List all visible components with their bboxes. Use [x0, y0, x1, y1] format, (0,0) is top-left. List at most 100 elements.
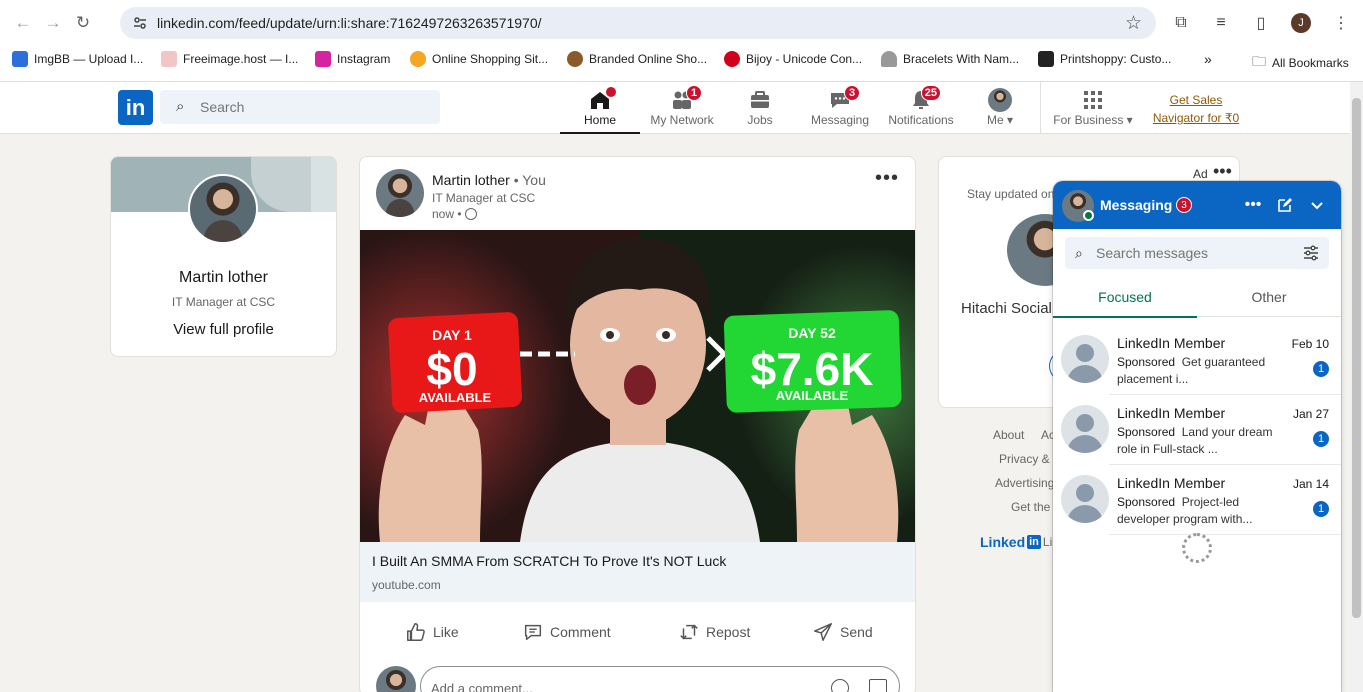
site-info-icon[interactable]	[132, 15, 148, 31]
footer-privacy[interactable]: Privacy &	[999, 452, 1050, 466]
like-button[interactable]: Like	[405, 612, 459, 652]
tab-focused[interactable]: Focused	[1053, 277, 1197, 318]
emoji-icon[interactable]	[831, 679, 849, 692]
bookmark-label: Bracelets With Nam...	[903, 52, 1020, 66]
post-author[interactable]: Martin lother • You	[432, 172, 546, 188]
comment-button[interactable]: Comment	[522, 612, 611, 652]
side-panel-icon[interactable]: ▯	[1248, 10, 1274, 36]
message-search[interactable]: ⌕	[1065, 237, 1329, 269]
bookmark-item[interactable]: ImgBB — Upload I...	[12, 51, 143, 67]
member-avatar	[1061, 475, 1109, 523]
extensions-icon[interactable]: ⧉	[1168, 10, 1194, 36]
search-icon: ⌕	[176, 98, 185, 115]
footer-linkedin-logo: Linked in Li	[980, 534, 1052, 550]
scrollbar-thumb[interactable]	[1352, 98, 1361, 618]
footer-get-app[interactable]: Get the	[1011, 500, 1050, 514]
chevron-down-icon[interactable]	[1307, 195, 1327, 215]
url-text[interactable]: linkedin.com/feed/update/urn:li:share:71…	[157, 15, 542, 31]
nav-for-business[interactable]: For Business ▾	[1050, 82, 1136, 134]
nav-my-network[interactable]: 1 My Network	[642, 82, 722, 134]
bookmark-item[interactable]: Printshoppy: Custo...	[1038, 51, 1171, 67]
footer-about[interactable]: About	[993, 428, 1024, 442]
messaging-more-icon[interactable]: •••	[1243, 195, 1263, 215]
messaging-panel: Messaging 3 ••• ⌕ Focused Other LinkedIn…	[1053, 181, 1341, 692]
nav-label: Home	[583, 113, 616, 127]
reload-icon[interactable]: ↻	[70, 10, 96, 36]
time-text: now •	[432, 207, 465, 221]
messaging-title: Messaging	[1100, 197, 1173, 213]
conversation-item[interactable]: LinkedIn Member Feb 10 Sponsored Get gua…	[1053, 325, 1341, 395]
bookmark-item[interactable]: Instagram	[315, 51, 390, 67]
repost-button[interactable]: Repost	[678, 612, 750, 652]
tab-other[interactable]: Other	[1197, 277, 1341, 317]
member-avatar	[1061, 335, 1109, 383]
forward-icon[interactable]: →	[40, 10, 66, 36]
profile-photo[interactable]	[188, 174, 258, 244]
profile-name[interactable]: Martin lother	[111, 269, 336, 287]
home-dot-badge	[605, 86, 617, 98]
sales-navigator-link[interactable]: Get Sales Navigator for ₹0	[1146, 91, 1246, 127]
page-scrollbar[interactable]	[1350, 82, 1363, 692]
all-bookmarks-label: All Bookmarks	[1272, 56, 1349, 70]
conversation-item[interactable]: LinkedIn Member Jan 14 Sponsored Project…	[1053, 465, 1341, 535]
message-search-input[interactable]	[1096, 237, 1296, 269]
linkedin-logo[interactable]: in	[118, 90, 153, 125]
send-button[interactable]: Send	[812, 612, 873, 652]
post-more-icon[interactable]: •••	[875, 167, 899, 190]
all-bookmarks[interactable]: 🗀 All Bookmarks	[1252, 51, 1349, 75]
nav-label: My Network	[650, 113, 714, 127]
thumbs-up-icon	[407, 623, 425, 641]
ad-company[interactable]: Hitachi Social	[961, 300, 1052, 317]
bookmark-label: ImgBB — Upload I...	[34, 52, 144, 66]
bookmark-star-icon[interactable]: ☆	[1125, 12, 1142, 35]
bookmark-item[interactable]: Bijoy - Unicode Con...	[724, 51, 862, 67]
author-subtitle: IT Manager at CSC	[432, 191, 536, 205]
conversation-item[interactable]: LinkedIn Member Jan 27 Sponsored Land yo…	[1053, 395, 1341, 465]
nav-jobs[interactable]: Jobs	[720, 82, 800, 134]
nav-me[interactable]: Me ▾	[970, 82, 1030, 134]
messaging-header[interactable]: Messaging 3 •••	[1053, 181, 1341, 229]
instagram-icon	[315, 51, 331, 67]
ad-more-icon[interactable]: •••	[1213, 161, 1232, 182]
author-avatar[interactable]	[376, 169, 424, 217]
search-input[interactable]	[200, 90, 430, 124]
menu-kebab-icon[interactable]: ⋮	[1328, 10, 1354, 36]
author-name[interactable]: Martin lother	[432, 172, 510, 188]
search-box[interactable]: ⌕	[160, 90, 440, 124]
comment-label: Comment	[550, 624, 611, 640]
address-bar[interactable]: linkedin.com/feed/update/urn:li:share:71…	[120, 7, 1156, 39]
video-thumbnail[interactable]: DAY 1 $0 AVAILABLE DAY 52 $7.6K AVAILABL…	[360, 230, 915, 542]
profile-title: IT Manager at CSC	[171, 295, 276, 309]
profile-button[interactable]: J	[1288, 10, 1314, 36]
link-preview[interactable]: I Built An SMMA From SCRATCH To Prove It…	[360, 542, 915, 602]
sponsored-tag: Sponsored	[1117, 495, 1176, 509]
bookmark-item[interactable]: Bracelets With Nam...	[881, 51, 1019, 67]
sales-line-2: Navigator for ₹0	[1152, 111, 1240, 125]
browser-actions: ⧉ ≡ ▯ J ⋮	[1168, 10, 1354, 36]
browser-toolbar: ← → ↻ linkedin.com/feed/update/urn:li:sh…	[0, 0, 1363, 82]
filter-icon[interactable]	[1303, 245, 1319, 264]
bookmark-item[interactable]: Freeimage.host — I...	[161, 51, 298, 67]
back-icon[interactable]: ←	[10, 10, 36, 36]
comment-input[interactable]: Add a comment...	[420, 666, 900, 692]
network-badge: 1	[686, 85, 702, 101]
network-icon: 1	[670, 85, 702, 112]
author-you-tag: • You	[509, 172, 546, 188]
globe-icon	[464, 208, 477, 220]
bookmark-item[interactable]: Online Shopping Sit...	[410, 51, 548, 67]
conversation-date: Jan 27	[1292, 407, 1329, 421]
bookmark-item[interactable]: Branded Online Sho...	[567, 51, 707, 67]
ad-label: Ad	[1193, 167, 1208, 181]
image-icon[interactable]	[869, 679, 887, 692]
view-profile-link[interactable]: View full profile	[111, 321, 336, 338]
link-title[interactable]: I Built An SMMA From SCRATCH To Prove It…	[372, 553, 726, 569]
nav-home[interactable]: Home	[560, 82, 640, 134]
media-icon[interactable]: ≡	[1208, 10, 1234, 36]
footer-advertising[interactable]: Advertising	[995, 476, 1054, 490]
footer-logo-in: in	[1027, 535, 1041, 549]
compose-icon[interactable]	[1275, 195, 1295, 215]
nav-notifications[interactable]: 25 Notifications	[881, 82, 961, 134]
nav-messaging[interactable]: 3 Messaging	[800, 82, 880, 134]
bookmark-label: Freeimage.host — I...	[183, 52, 299, 66]
more-bookmarks-icon[interactable]: »	[1204, 51, 1212, 67]
